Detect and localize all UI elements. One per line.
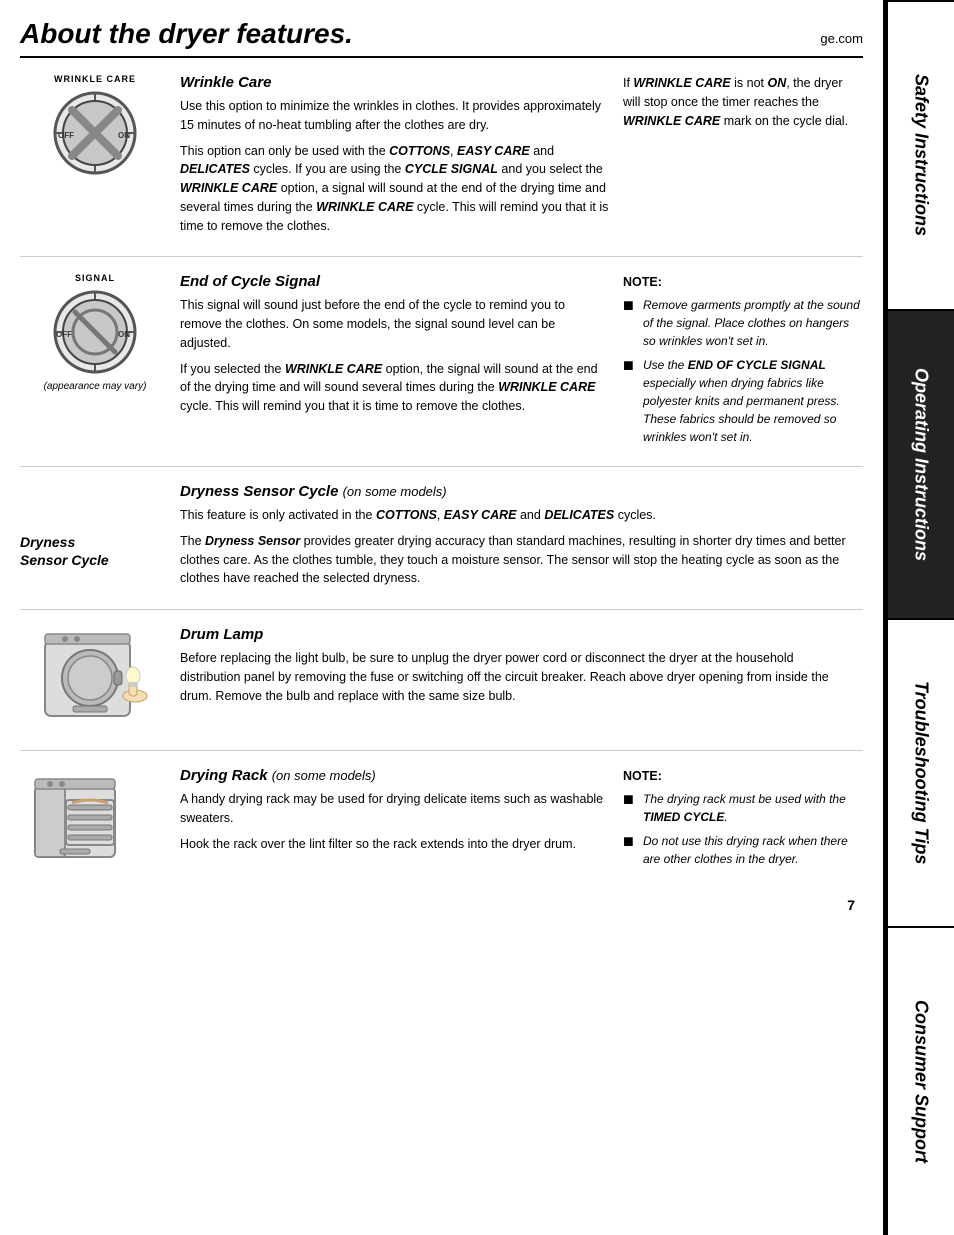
- sidebar-tab-safety[interactable]: Safety Instructions: [886, 0, 954, 309]
- note-bullet-1: ■: [623, 296, 639, 314]
- note-item-1: ■ Remove garments promptly at the sound …: [623, 296, 863, 350]
- section-wrinkle-care: WRINKLE CARE OFF ON: [20, 58, 863, 257]
- wrinkle-care-right-text: If WRINKLE CARE is not ON, the dryer wil…: [623, 74, 863, 130]
- dryness-label: Dryness Sensor Cycle: [20, 533, 109, 569]
- wrinkle-care-dial-label: WRINKLE CARE: [54, 74, 136, 84]
- note-label: NOTE:: [623, 273, 863, 292]
- signal-dial: OFF ON: [50, 287, 140, 377]
- wrinkle-care-dial-svg: OFF ON: [50, 88, 140, 178]
- wrinkle-care-middle: Wrinkle Care Use this option to minimize…: [180, 74, 623, 242]
- appearance-note: (appearance may vary): [44, 381, 147, 392]
- drum-lamp-heading: Drum Lamp: [180, 626, 849, 643]
- drying-rack-note-bullet-2: ■: [623, 832, 639, 850]
- drying-rack-body2: Hook the rack over the lint filter so th…: [180, 835, 609, 854]
- drying-rack-note-bullet-1: ■: [623, 790, 639, 808]
- drum-lamp-illustration: [35, 626, 155, 736]
- drying-rack-middle: Drying Rack (on some models) A handy dry…: [180, 767, 623, 877]
- end-of-cycle-note: NOTE: ■ Remove garments promptly at the …: [623, 273, 863, 446]
- drying-rack-note-item-2: ■ Do not use this drying rack when there…: [623, 832, 863, 868]
- wrinkle-care-heading: Wrinkle Care: [180, 74, 609, 91]
- sidebar-tab-operating[interactable]: Operating Instructions: [886, 309, 954, 618]
- sidebar: Safety Instructions Operating Instructio…: [886, 0, 954, 1235]
- dryness-sensor-middle: Dryness Sensor Cycle (on some models) Th…: [180, 483, 863, 595]
- dryness-sensor-heading: Dryness Sensor Cycle (on some models): [180, 483, 849, 500]
- drying-rack-heading-suffix: (on some models): [272, 768, 376, 783]
- drying-rack-body1: A handy drying rack may be used for dryi…: [180, 790, 609, 828]
- drying-rack-left: [20, 767, 180, 877]
- section-drying-rack: Drying Rack (on some models) A handy dry…: [20, 751, 863, 891]
- signal-dial-svg: OFF ON: [50, 287, 140, 377]
- drying-rack-note-text-1: The drying rack must be used with the TI…: [643, 790, 863, 826]
- drying-rack-note-label: NOTE:: [623, 767, 863, 786]
- end-of-cycle-body1: This signal will sound just before the e…: [180, 296, 609, 352]
- sidebar-tab-troubleshooting[interactable]: Troubleshooting Tips: [886, 618, 954, 927]
- dryness-sensor-left: Dryness Sensor Cycle: [20, 483, 180, 595]
- end-of-cycle-right: NOTE: ■ Remove garments promptly at the …: [623, 273, 863, 452]
- page-title: About the dryer features. ge.com: [20, 18, 863, 58]
- drying-rack-heading: Drying Rack (on some models): [180, 767, 609, 784]
- page-number: 7: [20, 897, 863, 913]
- wrinkle-care-right: If WRINKLE CARE is not ON, the dryer wil…: [623, 74, 863, 242]
- wrinkle-care-body2: This option can only be used with the CO…: [180, 142, 609, 236]
- end-of-cycle-middle: End of Cycle Signal This signal will sou…: [180, 273, 623, 452]
- note-text-1: Remove garments promptly at the sound of…: [643, 296, 863, 350]
- dryness-sensor-body1: This feature is only activated in the CO…: [180, 506, 849, 525]
- wrinkle-care-dial: OFF ON: [50, 88, 140, 178]
- dryness-sensor-body2: The Dryness Sensor provides greater dryi…: [180, 532, 849, 588]
- drying-rack-illustration: [30, 767, 160, 877]
- drum-lamp-left: [20, 626, 180, 736]
- drum-lamp-body1: Before replacing the light bulb, be sure…: [180, 649, 849, 705]
- drying-rack-right: NOTE: ■ The drying rack must be used wit…: [623, 767, 863, 877]
- section-drum-lamp: Drum Lamp Before replacing the light bul…: [20, 610, 863, 751]
- end-of-cycle-body2: If you selected the WRINKLE CARE option,…: [180, 360, 609, 416]
- note-text-2: Use the END OF CYCLE SIGNAL especially w…: [643, 356, 863, 446]
- note-item-2: ■ Use the END OF CYCLE SIGNAL especially…: [623, 356, 863, 446]
- section-dryness-sensor: Dryness Sensor Cycle Dryness Sensor Cycl…: [20, 467, 863, 610]
- section-end-of-cycle: SIGNAL OFF ON: [20, 257, 863, 467]
- end-of-cycle-heading: End of Cycle Signal: [180, 273, 609, 290]
- drum-lamp-middle: Drum Lamp Before replacing the light bul…: [180, 626, 863, 736]
- end-of-cycle-left: SIGNAL OFF ON: [20, 273, 180, 452]
- note-bullet-2: ■: [623, 356, 639, 374]
- drying-rack-note-item-1: ■ The drying rack must be used with the …: [623, 790, 863, 826]
- dryness-sensor-heading-suffix: (on some models): [343, 484, 447, 499]
- wrinkle-care-body1: Use this option to minimize the wrinkles…: [180, 97, 609, 135]
- sidebar-tab-consumer[interactable]: Consumer Support: [886, 926, 954, 1235]
- wrinkle-care-left: WRINKLE CARE OFF ON: [20, 74, 180, 242]
- drying-rack-note: NOTE: ■ The drying rack must be used wit…: [623, 767, 863, 868]
- drying-rack-note-text-2: Do not use this drying rack when there a…: [643, 832, 863, 868]
- signal-dial-label: SIGNAL: [75, 273, 115, 283]
